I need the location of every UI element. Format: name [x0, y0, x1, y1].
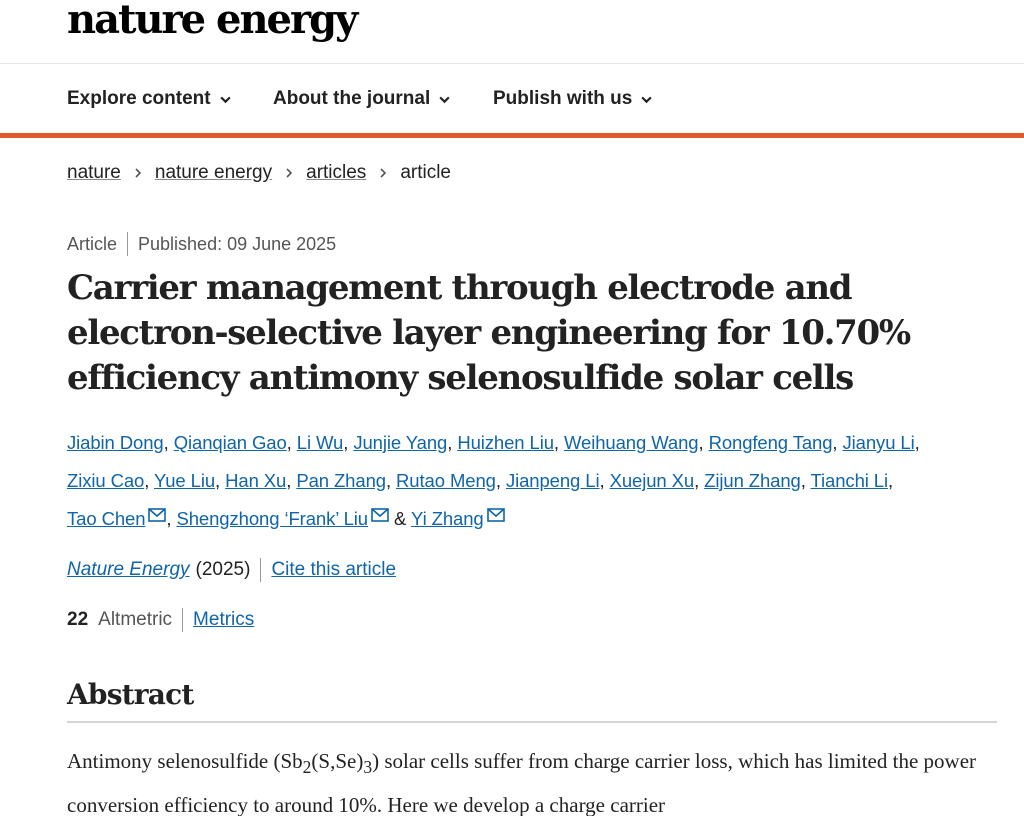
author-link[interactable]: Jianyu Li — [843, 432, 915, 453]
nav-item-label: About the journal — [273, 88, 431, 109]
author-link[interactable]: Yue Liu — [154, 470, 215, 491]
author-link[interactable]: Xuejun Xu — [610, 470, 695, 491]
journal-link[interactable]: Nature Energy — [67, 559, 190, 581]
nav-explore-content[interactable]: Explore content — [67, 88, 232, 110]
cite-article-link[interactable]: Cite this article — [271, 559, 396, 581]
author-link[interactable]: Rutao Meng — [396, 470, 496, 491]
nav-item-label: Publish with us — [493, 88, 633, 109]
chevron-right-icon — [380, 168, 387, 178]
author-link[interactable]: Jiabin Dong — [67, 432, 164, 453]
nav-item-label: Explore content — [67, 88, 211, 109]
abstract-text: Antimony selenosulfide (Sb2(S,Se)3) sola… — [67, 749, 977, 816]
envelope-icon[interactable] — [148, 508, 167, 522]
publication-year: (2025) — [195, 559, 251, 580]
author-link[interactable]: Li Wu — [297, 432, 344, 453]
author-link[interactable]: Zijun Zhang — [704, 470, 801, 491]
author-link[interactable]: Qianqian Gao — [174, 432, 287, 453]
article-title: Carrier management through electrode and… — [67, 268, 911, 398]
chevron-down-icon — [439, 96, 450, 103]
site-header: nature energy — [0, 0, 1024, 64]
altmetric-label: Altmetric — [98, 609, 173, 630]
author-link[interactable]: Junjie Yang — [353, 432, 447, 453]
author-link[interactable]: Tianchi Li — [811, 470, 889, 491]
chevron-down-icon — [219, 96, 231, 103]
author-link[interactable]: Han Xu — [225, 470, 286, 491]
breadcrumb-link-nature[interactable]: nature — [67, 162, 121, 184]
main-nav: Explore content About the journal Publis… — [0, 64, 1024, 138]
breadcrumb-current: article — [400, 162, 451, 183]
article-meta: Article Published: 09 June 2025 — [67, 232, 336, 256]
abstract-heading: Abstract — [67, 678, 997, 723]
author-link[interactable]: Yi Zhang — [411, 508, 484, 529]
chevron-right-icon — [286, 168, 293, 178]
author-link[interactable]: Shengzhong ‘Frank’ Liu — [177, 508, 369, 529]
site-logo[interactable]: nature energy — [67, 0, 358, 48]
page: nature energy Explore content About the … — [0, 0, 1024, 816]
chevron-right-icon — [135, 168, 142, 178]
metrics-link[interactable]: Metrics — [193, 609, 254, 631]
divider — [127, 232, 129, 256]
author-list: Jiabin Dong, Qianqian Gao, Li Wu, Junjie… — [67, 432, 920, 529]
divider — [182, 608, 184, 632]
envelope-icon[interactable] — [486, 508, 505, 522]
breadcrumb: nature nature energy articles article — [67, 162, 451, 184]
chevron-down-icon — [641, 96, 652, 103]
author-link[interactable]: Pan Zhang — [296, 470, 386, 491]
author-link[interactable]: Zixiu Cao — [67, 470, 144, 491]
breadcrumb-link-articles[interactable]: articles — [306, 162, 366, 184]
author-link[interactable]: Tao Chen — [67, 508, 146, 529]
author-joiner: & — [394, 508, 407, 529]
nav-about-journal[interactable]: About the journal — [273, 88, 451, 110]
citation-line: Nature Energy (2025) Cite this article — [67, 558, 396, 582]
breadcrumb-link-nature-energy[interactable]: nature energy — [155, 162, 272, 184]
envelope-icon[interactable] — [371, 508, 389, 522]
nav-publish-with-us[interactable]: Publish with us — [493, 88, 653, 110]
article-type: Article — [67, 233, 118, 254]
author-link[interactable]: Huizhen Liu — [457, 432, 554, 453]
publish-date: Published: 09 June 2025 — [138, 233, 337, 254]
author-link[interactable]: Weihuang Wang — [564, 432, 699, 453]
divider — [260, 558, 262, 582]
altmetric-score: 22 — [67, 609, 89, 630]
metrics-line: 22 Altmetric Metrics — [67, 608, 254, 632]
author-link[interactable]: Rongfeng Tang — [709, 432, 833, 453]
author-link[interactable]: Jianpeng Li — [506, 470, 600, 491]
